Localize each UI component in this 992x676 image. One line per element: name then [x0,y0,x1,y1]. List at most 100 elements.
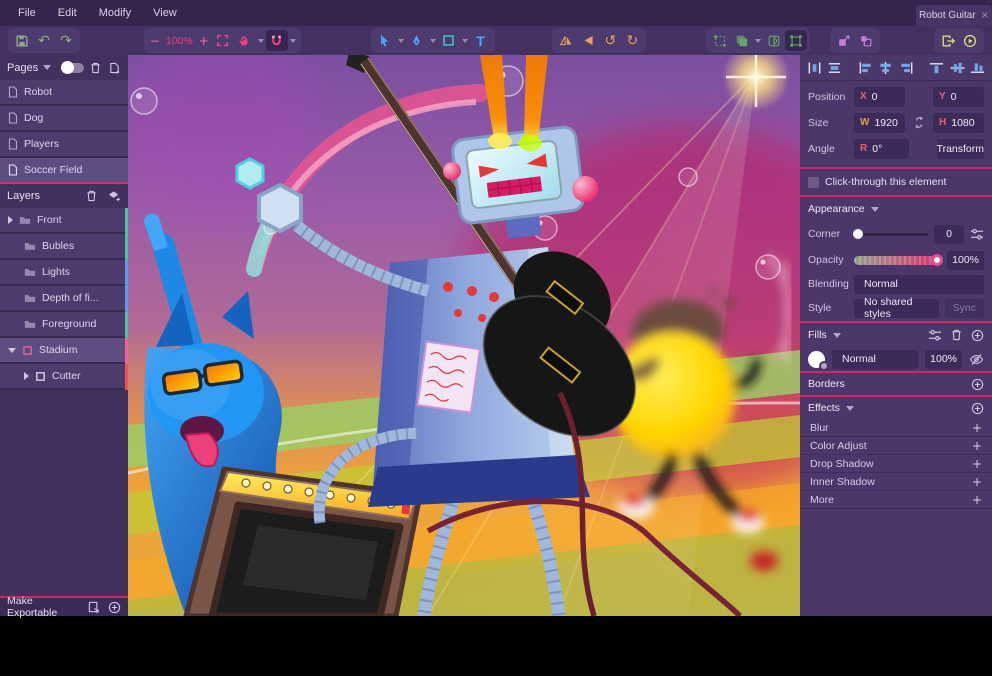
transform-button[interactable]: Transform [937,139,984,159]
add-page-button[interactable] [107,61,121,75]
layer-item-foreground[interactable]: Foreground [0,312,128,338]
pages-title[interactable]: Pages [7,62,38,74]
effects-caret-icon[interactable] [846,406,854,411]
zoom-out-button[interactable]: − [147,34,163,48]
align-center-icon[interactable] [878,61,893,75]
collapse-caret-icon[interactable] [8,348,16,353]
fill-opacity-value[interactable]: 100% [925,350,962,369]
fills-caret-icon[interactable] [833,333,841,338]
add-border-icon[interactable] [971,378,984,391]
effect-item-more[interactable]: More + [800,491,992,508]
corner-value[interactable]: 0 [934,225,964,244]
menu-view[interactable]: View [153,7,177,19]
effect-item-blur[interactable]: Blur + [800,419,992,436]
eye-off-icon[interactable] [969,353,984,366]
add-icon[interactable]: + [972,421,982,435]
layer-item-lights[interactable]: Lights [0,260,128,286]
distribute-vertical-icon[interactable] [827,61,842,75]
edit-shape-button[interactable] [709,30,731,51]
rectangle-tool-button[interactable] [438,30,460,51]
align-middle-icon[interactable] [950,61,965,75]
opacity-value[interactable]: 100% [947,251,984,270]
menu-file[interactable]: File [18,7,36,19]
pages-caret-icon[interactable] [43,65,51,70]
make-exportable-bar[interactable]: Make Exportable [0,596,128,616]
add-export-icon[interactable] [108,601,121,614]
align-right-icon[interactable] [899,61,914,75]
pages-delete-button[interactable] [89,61,103,75]
rectangle-tool-caret[interactable] [462,39,468,43]
hand-tool-caret[interactable] [258,39,264,43]
sync-button[interactable]: Sync [945,299,984,318]
document-tab[interactable]: Robot Guitar × [916,5,992,26]
flip-vertical-button[interactable] [577,30,599,51]
add-icon[interactable]: + [972,439,982,453]
expand-caret-icon[interactable] [24,372,29,380]
trash-icon[interactable] [951,329,962,341]
hand-tool-button[interactable] [234,30,256,51]
rotate-cw-button[interactable]: ↻ [621,30,643,51]
add-effect-icon[interactable] [971,402,984,415]
width-field[interactable]: W 1920 [854,113,905,133]
layer-item-cutter[interactable]: Cutter [0,364,128,390]
effect-item-drop-shadow[interactable]: Drop Shadow + [800,455,992,472]
align-top-icon[interactable] [929,61,944,75]
corner-settings-icon[interactable] [970,228,984,241]
layer-item-stadium[interactable]: Stadium [0,338,128,364]
mask-button[interactable] [763,30,785,51]
x-field[interactable]: X 0 [854,87,905,107]
appearance-caret-icon[interactable] [871,207,879,212]
add-icon[interactable]: + [972,457,982,471]
fill-blend-dropdown[interactable]: Normal [832,350,918,369]
effect-item-color-adjust[interactable]: Color Adjust + [800,437,992,454]
y-field[interactable]: Y 0 [933,87,984,107]
fills-header[interactable]: Fills [800,323,992,347]
borders-header[interactable]: Borders [800,373,992,395]
expand-caret-icon[interactable] [8,216,13,224]
select-tool-button[interactable] [374,30,396,51]
zoom-level[interactable]: 100% [163,35,196,47]
add-icon[interactable]: + [972,475,982,489]
add-fill-icon[interactable] [971,329,984,342]
rotation-field[interactable]: R 0° [854,139,909,159]
page-item-soccer-field[interactable]: Soccer Field [0,158,128,184]
add-icon[interactable]: + [972,493,982,507]
layer-item-depth[interactable]: Depth of fi... [0,286,128,312]
opacity-slider[interactable] [854,256,941,265]
undo-button[interactable]: ↶ [33,30,55,51]
corner-slider[interactable] [854,233,928,236]
tab-close-icon[interactable]: × [981,10,989,21]
page-item-players[interactable]: Players [0,132,128,158]
export-sheet-icon[interactable] [88,601,101,613]
click-through-checkbox[interactable] [808,177,819,188]
bring-forward-button[interactable] [833,30,855,51]
canvas-artwork[interactable] [128,55,800,616]
select-tool-caret[interactable] [398,39,404,43]
flip-horizontal-button[interactable] [555,30,577,51]
text-tool-button[interactable]: T [470,30,492,51]
fill-color-swatch[interactable] [808,351,825,368]
appearance-header[interactable]: Appearance [800,197,992,221]
preview-button[interactable] [959,30,981,51]
menu-modify[interactable]: Modify [99,7,131,19]
zoom-in-button[interactable]: + [196,34,212,48]
flatten-button[interactable] [785,30,807,51]
export-button[interactable] [937,30,959,51]
pen-tool-caret[interactable] [430,39,436,43]
distribute-horizontal-icon[interactable] [807,61,822,75]
page-item-dog[interactable]: Dog [0,106,128,132]
magnet-tool-caret[interactable] [290,39,296,43]
layer-item-bubles[interactable]: Bubles [0,234,128,260]
save-button[interactable] [11,30,33,51]
page-item-robot[interactable]: Robot [0,80,128,106]
menu-edit[interactable]: Edit [58,7,77,19]
layer-item-front[interactable]: Front [0,208,128,234]
align-left-icon[interactable] [858,61,873,75]
pages-toggle[interactable] [62,63,83,73]
blending-dropdown[interactable]: Normal [854,275,984,294]
boolean-union-button[interactable] [731,30,753,51]
boolean-caret[interactable] [755,39,761,43]
redo-button[interactable]: ↷ [55,30,77,51]
align-bottom-icon[interactable] [970,61,985,75]
effects-header[interactable]: Effects [800,397,992,419]
